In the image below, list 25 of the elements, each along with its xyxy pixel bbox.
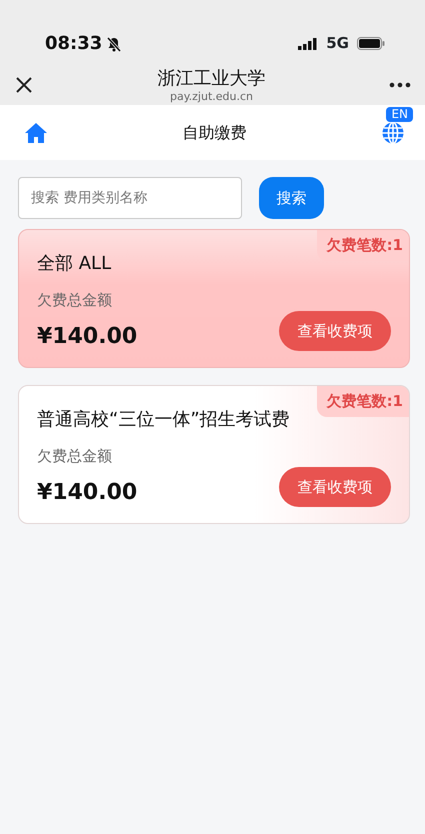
amount-value: ¥140.00 (37, 323, 138, 351)
amount-label: 欠费总金额 (37, 290, 113, 310)
search-button[interactable]: 搜索 (259, 177, 324, 219)
arrears-count-badge: 欠费笔数:1 (316, 386, 409, 416)
fee-category-title: 普通高校“三位一体”招生考试费 (37, 408, 291, 432)
page-url: pay.zjut.edu.cn (168, 90, 254, 102)
fee-card[interactable]: 欠费笔数:1 全部 ALL 欠费总金额 ¥140.00 查看收费项 (18, 229, 410, 368)
search-field[interactable]: 搜索 费用类别名称 (18, 177, 242, 219)
home-icon[interactable] (24, 122, 48, 144)
fee-category-title: 全部 ALL (37, 252, 112, 276)
view-items-button[interactable]: 查看收费项 (279, 467, 391, 507)
header-title: 自助缴费 (182, 122, 246, 144)
view-items-button[interactable]: 查看收费项 (279, 311, 391, 351)
battery-icon (357, 37, 385, 50)
amount-value: ¥140.00 (37, 479, 138, 507)
status-time: 08:33 (45, 32, 102, 56)
language-badge[interactable]: EN (386, 106, 413, 122)
amount-label: 欠费总金额 (37, 446, 113, 466)
network-type: 5G (326, 33, 349, 54)
page-title: 浙江工业大学 (158, 68, 266, 90)
signal-icon (298, 38, 318, 50)
globe-icon[interactable] (381, 120, 405, 144)
fee-card[interactable]: 欠费笔数:1 普通高校“三位一体”招生考试费 欠费总金额 ¥140.00 查看收费项 (18, 385, 410, 524)
close-icon[interactable] (14, 75, 34, 95)
more-icon[interactable] (389, 82, 411, 88)
